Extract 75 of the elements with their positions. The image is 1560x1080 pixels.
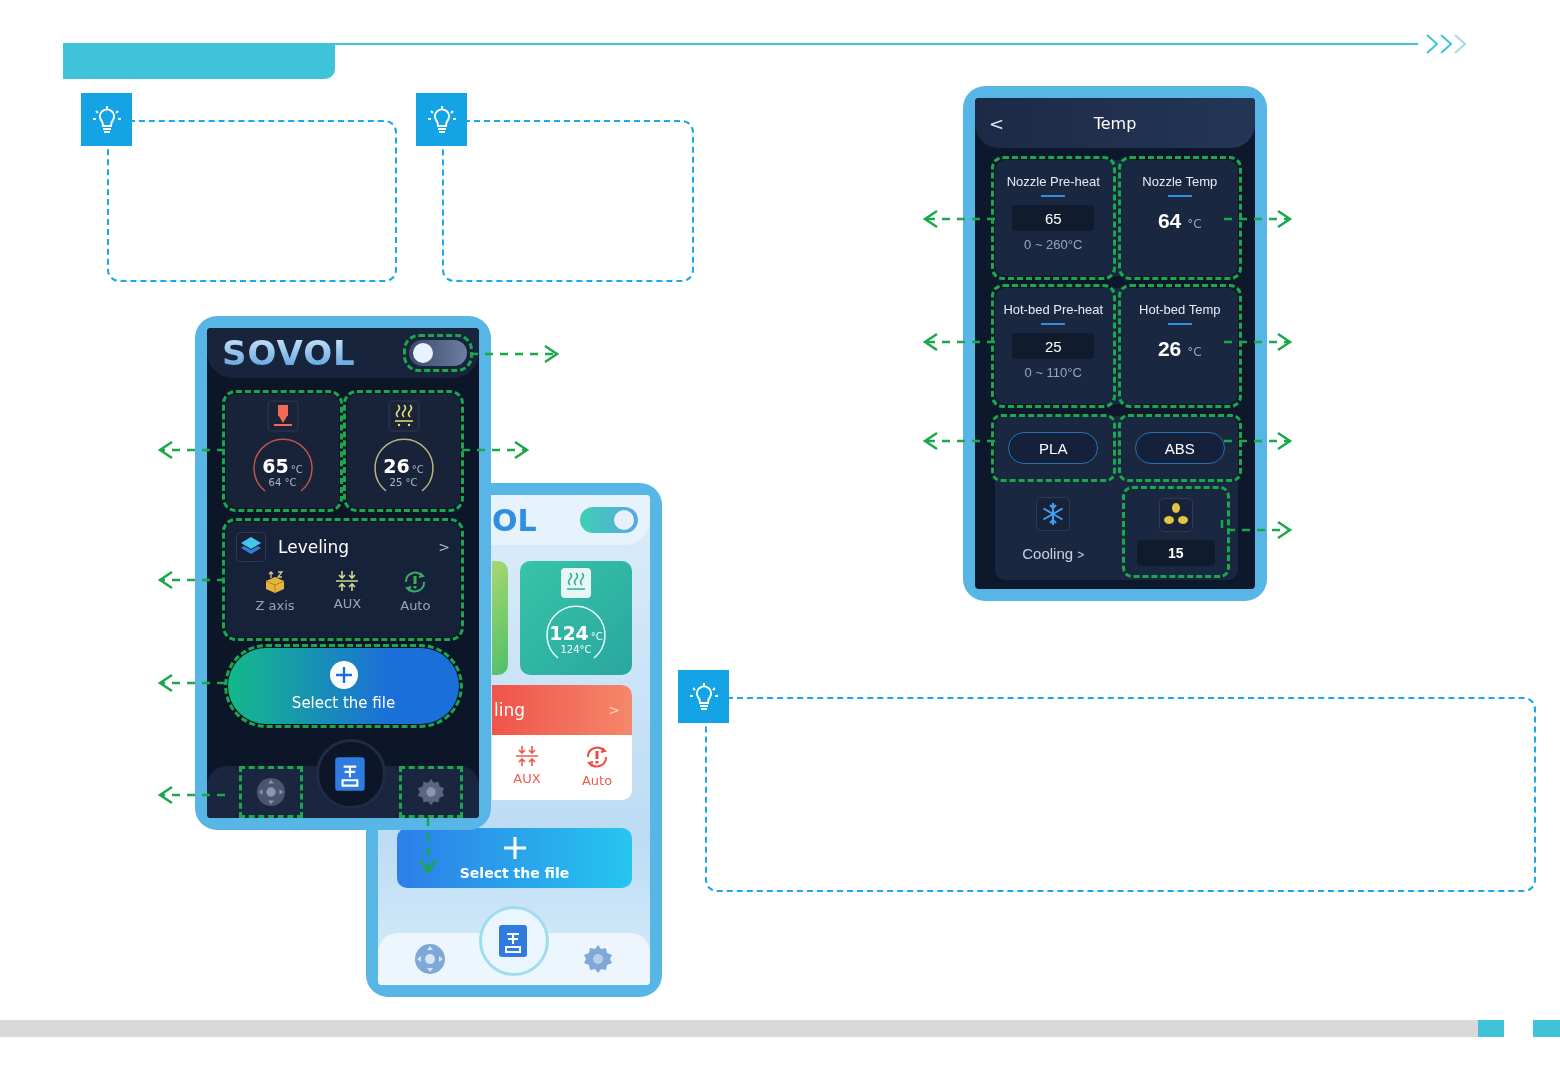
setting-title: Nozzle Temp [1142,174,1218,189]
callout-arrow [157,673,225,693]
tool-label: Auto [400,598,431,613]
temperature-input[interactable]: 65 [1012,205,1095,231]
lightbulb-icon [416,93,467,146]
aux-icon [334,570,361,592]
leveling-title: ling [494,700,525,720]
callout-arrow [157,785,225,805]
temperature-reading[interactable]: Nozzle Temp 64 °C [1121,160,1238,276]
temperature-value: 124 [549,621,589,644]
temperature-value: 26 [383,454,410,477]
tool-label: AUX [513,771,541,786]
preheat-setting[interactable]: Hot-bed Pre-heat 25 0 ~ 110°C [995,288,1112,404]
snowflake-icon [1036,496,1071,531]
chevron: > [438,539,450,555]
callout-arrow [1224,332,1293,352]
layers-icon [236,532,266,562]
temperature-unit: °C [590,630,603,642]
temperature-value: 65 [262,454,289,477]
temperature-unit: °C [411,463,424,475]
temperature-unit: °C [1187,217,1202,231]
tool-button[interactable]: AUX [333,570,362,613]
callout-arrow [157,570,225,590]
lightbulb-icon [81,93,132,146]
footer-mark [1533,1020,1560,1037]
preheat-setting[interactable]: Nozzle Pre-heat 65 0 ~ 260°C [995,160,1112,276]
range-label: 0 ~ 110°C [1024,365,1082,380]
setting-title: Nozzle Pre-heat [1006,174,1100,189]
logo: OL [492,502,537,538]
cooling-link[interactable]: Cooling > [1022,544,1085,562]
temperature-input[interactable]: 25 [1012,333,1095,359]
temperature-unit: °C [1187,345,1202,359]
tool-label: Z axis [255,598,295,613]
theme-toggle[interactable] [580,507,638,533]
move-icon[interactable] [414,943,446,975]
temperature-reading[interactable]: Hot-bed Temp 26 °C [1121,288,1238,404]
setting-title: Hot-bed Pre-heat [1003,302,1104,317]
move-icon [256,777,286,807]
aux-icon [514,745,540,767]
temperature-value: 64 [1157,209,1182,233]
screen-title: Temp [1092,113,1138,133]
heater-icon [387,400,420,432]
plus-icon [328,660,359,690]
temperature-unit: °C [290,463,303,475]
nozzle-icon [266,400,299,432]
fan-speed-input[interactable]: 15 [1136,540,1215,566]
plus-icon [501,835,528,861]
callout-arrow [1224,431,1293,451]
heater-icon [560,567,592,599]
temperature-value: 26 [1157,337,1182,361]
settings-icon[interactable] [582,943,614,975]
tool-button[interactable]: Z axis [255,570,295,613]
lightbulb-icon [678,670,729,723]
fan-icon [1158,498,1193,532]
material-preset-button[interactable]: PLA [1008,432,1099,464]
tool-label: AUX [333,596,362,611]
settings-icon [416,777,446,807]
tool-button[interactable]: Auto [400,570,431,613]
current-temperature: 124°C [560,643,592,655]
callout-arrow [1224,209,1293,229]
back-button[interactable]: < [989,112,1009,134]
chevron: > [608,702,620,718]
setting-title: Hot-bed Temp [1139,302,1221,317]
material-preset-button[interactable]: ABS [1134,432,1225,464]
callout-arrow [157,440,225,460]
callout-arrow [462,440,530,460]
footer-mark [1478,1020,1504,1037]
callout-arrow [418,818,438,875]
current-temperature: 64 °C [268,476,297,488]
refresh-icon [584,745,610,769]
current-temperature: 25 °C [389,476,418,488]
tool-label: Auto [581,773,613,788]
leveling-title: Leveling [278,537,350,557]
range-label: 0 ~ 260°C [1024,237,1083,252]
theme-toggle[interactable] [409,340,467,366]
